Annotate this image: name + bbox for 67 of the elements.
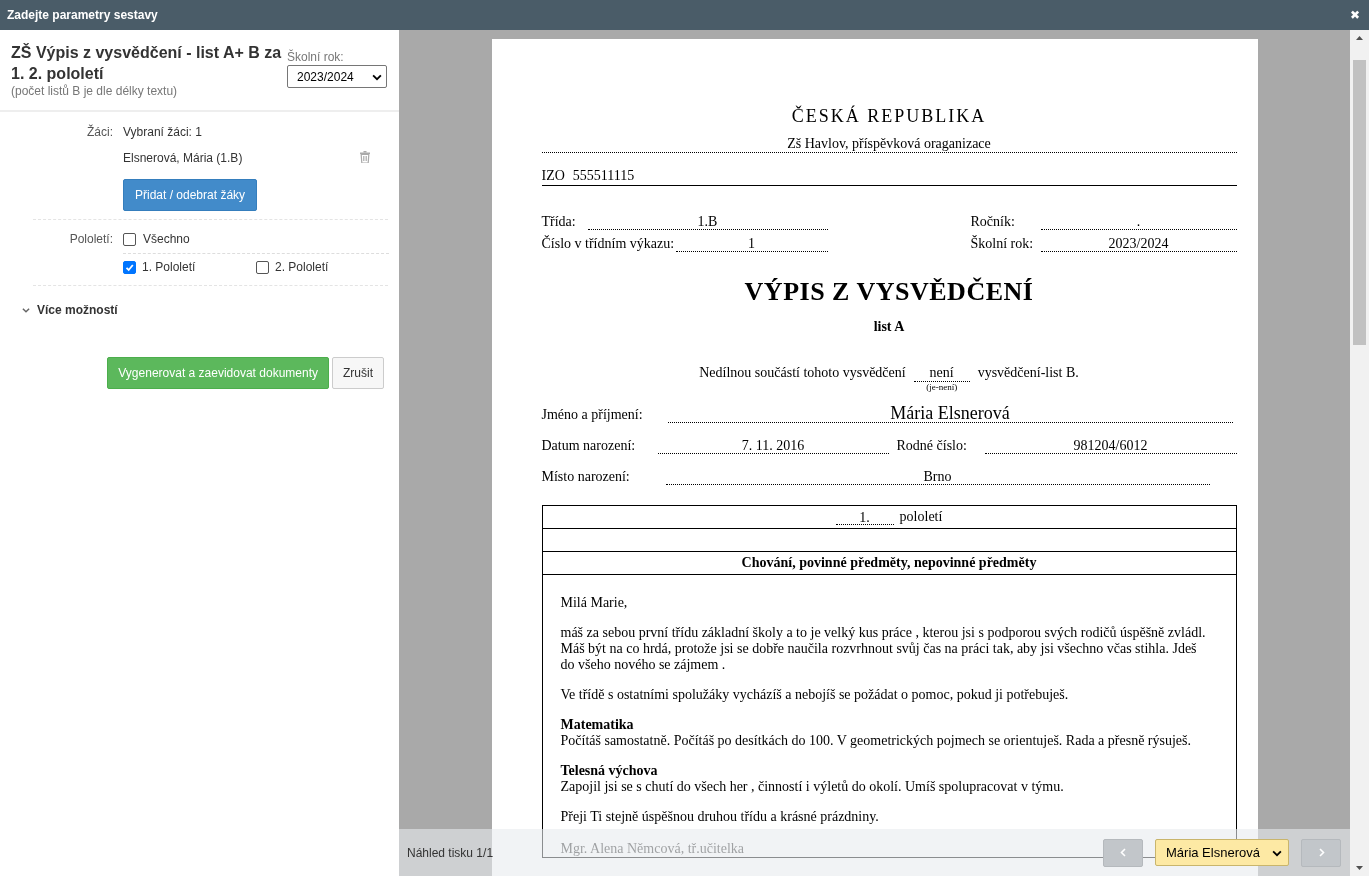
field-label: Číslo v třídním výkazu: <box>541 234 676 253</box>
report-subtitle: (počet listů B je dle délky textu) <box>11 84 179 98</box>
trash-icon[interactable] <box>360 151 370 163</box>
checkbox-label: 1. Pololetí <box>142 260 196 274</box>
chevron-icon <box>22 306 30 314</box>
country-heading: ČESKÁ REPUBLIKA <box>790 106 988 127</box>
note-value: není <box>913 365 970 382</box>
checkbox-label: 2. Pololetí <box>275 260 329 274</box>
field-value: Mária Elsnerová <box>890 403 1010 423</box>
term-label: Pololetí: <box>68 232 113 248</box>
field-value: 1 <box>748 236 755 251</box>
checkbox[interactable] <box>123 232 136 246</box>
paragraph: Ve třídě s ostatními spolužáky vycházíš a nebojíš se požádat o pomoc, pokud ji potřebuješ. <box>560 687 1070 703</box>
field-value: 7. 11. 2016 <box>741 438 805 453</box>
document-heading: VÝPIS Z VYSVĚDČENÍ <box>743 277 1035 307</box>
checkbox[interactable] <box>123 260 136 274</box>
subject-heading: Matematika <box>560 717 635 733</box>
term-value: 1. <box>835 511 894 525</box>
subject-heading: Telesná výchova <box>560 763 659 779</box>
report-title: ZŠ Výpis z vysvědčení - list A+ B za 1. 2. pololetí <box>11 42 283 84</box>
note-text: vysvědčení-list B. <box>977 365 1079 381</box>
checkbox-label: Všechno <box>143 232 190 246</box>
cancel-button[interactable]: Zrušit <box>332 357 384 389</box>
field-label: Jméno a příjmení: <box>541 406 644 424</box>
field-label: Školní rok: <box>970 234 1035 253</box>
paragraph: Zapojil jsi se s chutí do všech her , činností i výletů do okolí. Umíš spolupracovat v týmu. <box>560 779 1065 795</box>
field-value: . <box>1136 214 1141 229</box>
note-hint: (je-není) <box>926 382 958 393</box>
scrollbar-thumb[interactable] <box>1353 60 1366 345</box>
school-name: Zš Havlov, příspěvková oraganizace <box>787 136 991 151</box>
izo-value: 555511115 <box>572 167 635 184</box>
field-label: Třída: <box>541 213 577 231</box>
year-label: Školní rok: <box>287 50 345 64</box>
scroll-up-icon[interactable] <box>1356 36 1363 40</box>
chevron-left-icon <box>1118 848 1128 857</box>
page-counter: Náhled tisku 1/1 <box>407 845 494 860</box>
section-heading: Chování, povinné předměty, nepovinné předměty <box>542 552 1236 575</box>
students-label: Žáci: <box>86 125 113 141</box>
note-text: Nedílnou součástí tohoto vysvědčení <box>699 365 906 381</box>
checkbox[interactable] <box>256 260 269 274</box>
paragraph: Počítáš samostatně. Počítáš po desítkách do 100. V geometrických pojmech se orientuješ. Rada a přesně rýsuješ. <box>560 733 1192 749</box>
field-label: Datum narození: <box>541 437 637 455</box>
field-value: Brno <box>923 469 952 484</box>
field-value: 981204/6012 <box>1073 438 1148 453</box>
paragraph: Milá Marie, <box>560 595 629 611</box>
window-title: Zadejte parametry sestavy <box>7 8 158 22</box>
signature: Mgr. Alena Němcová, tř.učitelka <box>560 841 744 856</box>
field-value: 2023/2024 <box>1108 236 1169 251</box>
field-label: Rodné číslo: <box>896 437 968 455</box>
close-button[interactable]: ✖ <box>1350 8 1360 22</box>
selected-count: Vybraní žáci: 1 <box>123 125 203 139</box>
field-value: 1.B <box>697 214 718 229</box>
scrollbar[interactable] <box>1350 30 1369 876</box>
field-label: Místo narození: <box>541 468 631 486</box>
more-options-toggle[interactable]: Více možností <box>37 303 118 317</box>
sheet-label: list A <box>872 319 906 335</box>
scroll-down-icon[interactable] <box>1356 866 1363 870</box>
add-remove-students-button[interactable]: Přidat / odebrat žáky <box>123 179 258 211</box>
student-name: Elsnerová, Mária (1.B) <box>123 151 243 165</box>
paragraph: máš za sebou první třídu základní školy a to je velký kus práce , kterou jsi s podporou svých rodičů úspěšně zvládl. Máš být na co hrdá, protože jsi se dobře naučila rozvrhnout svůj čas na práci tak, aby jsi všechno včas stihla. Jdeš do všeho nového se zájmem . <box>560 625 1207 673</box>
student-select[interactable]: Mária Elsnerová <box>1155 839 1289 866</box>
paragraph: Přeji Ti stejně úspěšnou druhou třídu a krásné prázdniny. <box>560 809 880 825</box>
year-select[interactable]: 2023/2024 <box>287 65 387 88</box>
chevron-right-icon <box>1316 848 1326 857</box>
term-text: pololetí <box>899 509 943 525</box>
field-label: Ročník: <box>970 213 1016 231</box>
izo-label: IZO <box>541 167 565 184</box>
